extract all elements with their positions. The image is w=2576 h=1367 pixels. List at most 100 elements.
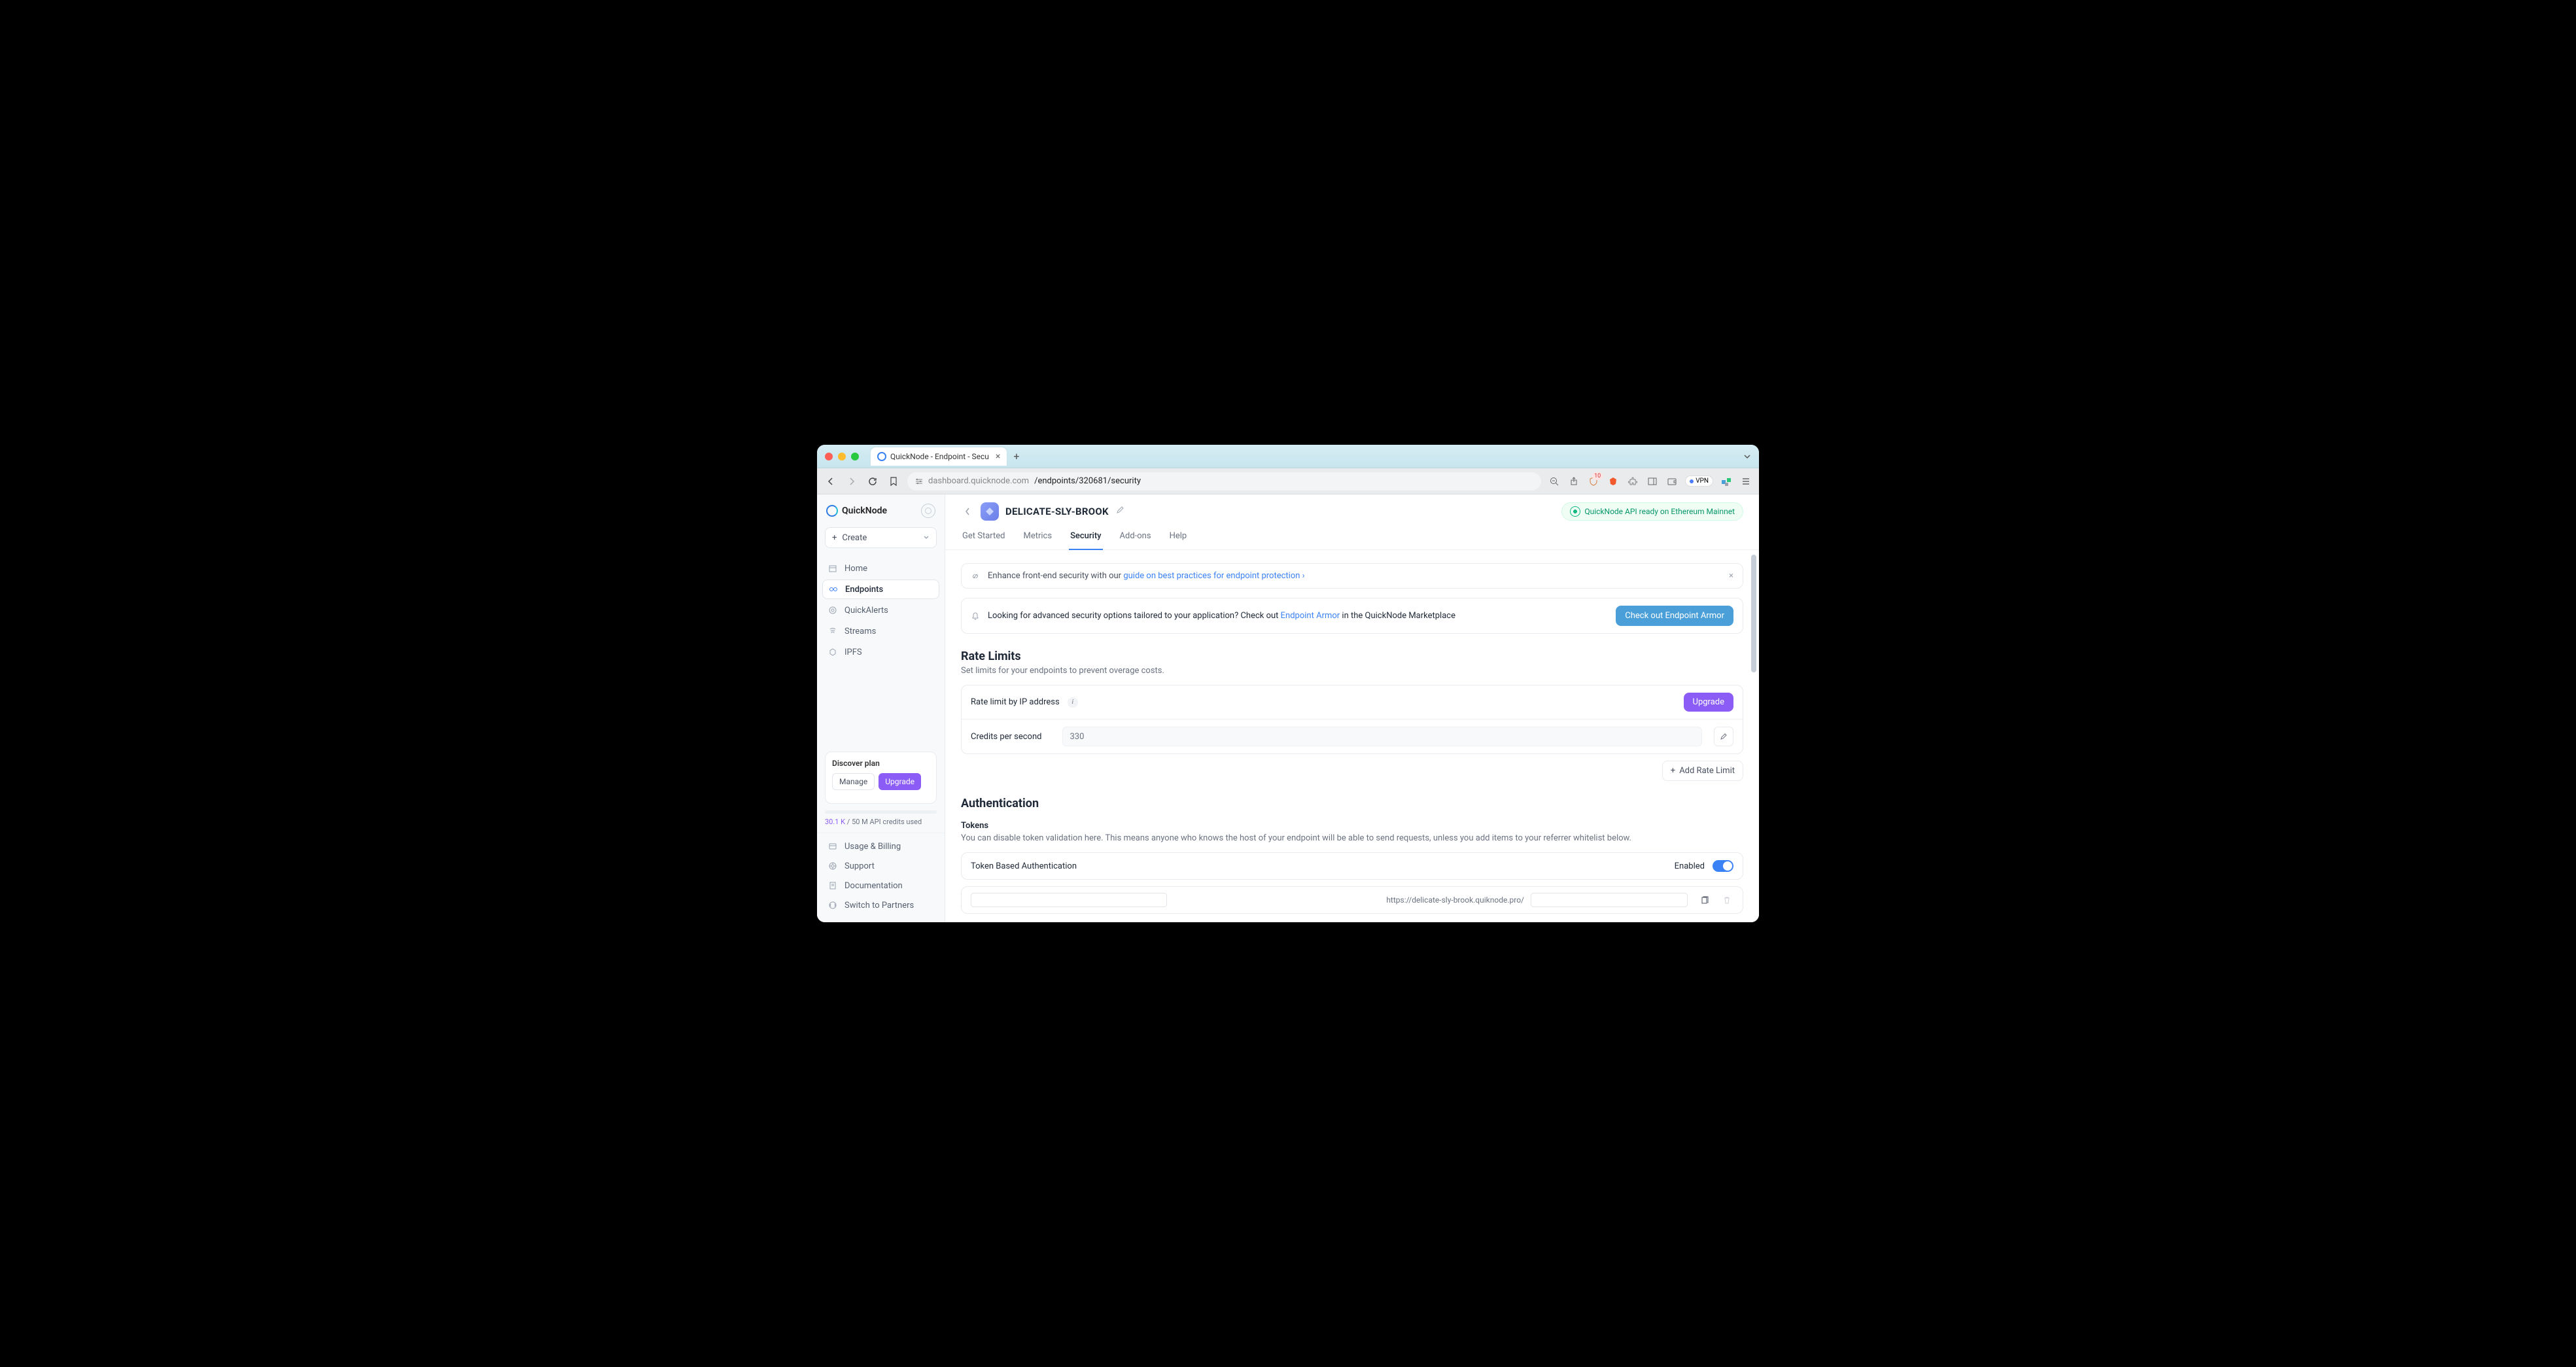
brand-name: QuickNode	[842, 506, 887, 516]
rate-limits-card: Rate limit by IP address i Upgrade Credi…	[961, 685, 1743, 754]
check-armor-button[interactable]: Check out Endpoint Armor	[1616, 606, 1733, 626]
browser-tab[interactable]: QuickNode - Endpoint - Secu ×	[871, 447, 1007, 466]
create-button[interactable]: +Create	[825, 527, 937, 548]
sidebar-item-label: QuickAlerts	[844, 606, 888, 615]
copy-icon[interactable]	[1698, 893, 1711, 907]
tab-security[interactable]: Security	[1069, 527, 1102, 550]
share-icon[interactable]	[1567, 475, 1580, 488]
plus-icon: +	[1671, 766, 1675, 776]
page-title: DELICATE-SLY-BROOK	[1005, 506, 1109, 517]
nav-back-button[interactable]	[824, 474, 838, 489]
manage-button[interactable]: Manage	[832, 773, 875, 790]
zoom-icon[interactable]	[1548, 475, 1561, 488]
back-chevron-icon[interactable]	[961, 505, 974, 518]
eth-coin-icon	[981, 502, 999, 521]
credits-text: 30.1 K / 50 M API credits used	[817, 818, 945, 833]
chevron-down-icon	[923, 534, 930, 541]
sidebar-item-endpoints[interactable]: Endpoints	[822, 580, 939, 599]
tba-card: Token Based Authentication Enabled	[961, 852, 1743, 880]
bell-icon	[971, 612, 980, 621]
auth-title: Authentication	[961, 797, 1743, 810]
tab-metrics[interactable]: Metrics	[1022, 527, 1053, 549]
extension-color-icon[interactable]	[1720, 475, 1733, 488]
plan-card: Discover plan Manage Upgrade	[825, 752, 937, 804]
armor-text: Looking for advanced security options ta…	[988, 611, 1281, 621]
sidebar-item-support[interactable]: Support	[822, 857, 939, 875]
reload-button[interactable]	[865, 474, 880, 489]
sidebar-item-usage[interactable]: Usage & Billing	[822, 837, 939, 856]
token-suffix-input[interactable]	[1531, 893, 1688, 907]
info-icon[interactable]: i	[1068, 697, 1078, 708]
home-icon	[827, 563, 838, 574]
avatar[interactable]	[921, 504, 935, 518]
puzzle-icon[interactable]	[1626, 475, 1639, 488]
brand[interactable]: QuickNode	[826, 505, 887, 517]
delete-icon[interactable]	[1720, 893, 1733, 907]
alerts-icon	[827, 605, 838, 615]
armor-link[interactable]: Endpoint Armor	[1281, 611, 1340, 621]
traffic-maximize[interactable]	[851, 453, 859, 460]
new-tab-button[interactable]: +	[1013, 450, 1019, 462]
brand-logo-icon	[826, 505, 838, 517]
guide-banner: Enhance front-end security with our guid…	[961, 563, 1743, 589]
status-badge: QuickNode API ready on Ethereum Mainnet	[1561, 502, 1743, 521]
traffic-close[interactable]	[825, 453, 833, 460]
doc-icon	[827, 880, 838, 891]
arrow-icon: ›	[1302, 571, 1305, 581]
add-rate-limit-button[interactable]: +Add Rate Limit	[1662, 761, 1743, 781]
vpn-badge[interactable]: VPN	[1685, 476, 1713, 487]
armor-banner: Looking for advanced security options ta…	[961, 598, 1743, 634]
support-icon	[827, 861, 838, 871]
address-bar[interactable]: dashboard.quicknode.com/endpoints/320681…	[907, 472, 1541, 491]
billing-icon	[827, 841, 838, 852]
sidebar-item-home[interactable]: Home	[822, 559, 939, 578]
tabs: Get Started Metrics Security Add-ons Hel…	[945, 521, 1759, 550]
mac-titlebar: QuickNode - Endpoint - Secu × +	[817, 445, 1759, 468]
tokens-description: You can disable token validation here. T…	[961, 833, 1743, 843]
scrollbar[interactable]	[1751, 555, 1758, 916]
edit-cps-button[interactable]	[1714, 727, 1733, 746]
edit-icon[interactable]	[1115, 506, 1127, 517]
upgrade-button[interactable]: Upgrade	[879, 773, 921, 790]
ipfs-icon	[827, 647, 838, 657]
tab-addons[interactable]: Add-ons	[1119, 527, 1153, 549]
sidepanel-icon[interactable]	[1646, 475, 1659, 488]
tab-get-started[interactable]: Get Started	[961, 527, 1006, 549]
endpoints-icon	[828, 584, 839, 595]
tokens-subtitle: Tokens	[961, 821, 1743, 831]
sidebar-item-label: Endpoints	[845, 585, 883, 595]
sidebar-item-quickalerts[interactable]: QuickAlerts	[822, 600, 939, 620]
sidebar-item-partners[interactable]: Switch to Partners	[822, 896, 939, 914]
tab-help[interactable]: Help	[1168, 527, 1189, 549]
tba-toggle[interactable]	[1713, 860, 1733, 872]
token-value-input[interactable]	[971, 893, 1167, 907]
shield-badge: 10	[1592, 472, 1603, 480]
create-label: Create	[842, 533, 867, 543]
bookmark-icon[interactable]	[886, 474, 901, 489]
rate-limit-ip-label: Rate limit by IP address	[971, 697, 1060, 707]
tba-status: Enabled	[1675, 861, 1705, 871]
credits-progress	[825, 810, 937, 814]
banner-text: Enhance front-end security with our	[988, 571, 1123, 581]
sidebar-item-label: Usage & Billing	[844, 842, 901, 852]
armor-suffix: in the QuickNode Marketplace	[1340, 611, 1455, 621]
menu-icon[interactable]	[1739, 475, 1752, 488]
traffic-minimize[interactable]	[838, 453, 846, 460]
token-row: https://delicate-sly-brook.quiknode.pro/	[961, 886, 1743, 914]
sidebar-item-streams[interactable]: Streams	[822, 621, 939, 641]
guide-link[interactable]: guide on best practices for endpoint pro…	[1123, 571, 1300, 581]
close-icon[interactable]: ×	[1729, 571, 1733, 581]
url-path: /endpoints/320681/security	[1034, 476, 1141, 486]
nav-forward-button[interactable]	[844, 474, 859, 489]
sidebar-item-documentation[interactable]: Documentation	[822, 876, 939, 895]
upgrade-rate-button[interactable]: Upgrade	[1684, 693, 1733, 712]
tabs-dropdown-icon[interactable]	[1743, 453, 1751, 460]
brave-icon[interactable]	[1607, 475, 1620, 488]
browser-toolbar: dashboard.quicknode.com/endpoints/320681…	[817, 468, 1759, 494]
wallet-icon[interactable]	[1665, 475, 1679, 488]
cps-input: 330	[1062, 727, 1702, 746]
site-settings-icon[interactable]	[915, 477, 923, 485]
shield-icon[interactable]: 10	[1587, 475, 1600, 488]
sidebar-item-ipfs[interactable]: IPFS	[822, 642, 939, 662]
tab-close-icon[interactable]: ×	[996, 451, 1000, 462]
